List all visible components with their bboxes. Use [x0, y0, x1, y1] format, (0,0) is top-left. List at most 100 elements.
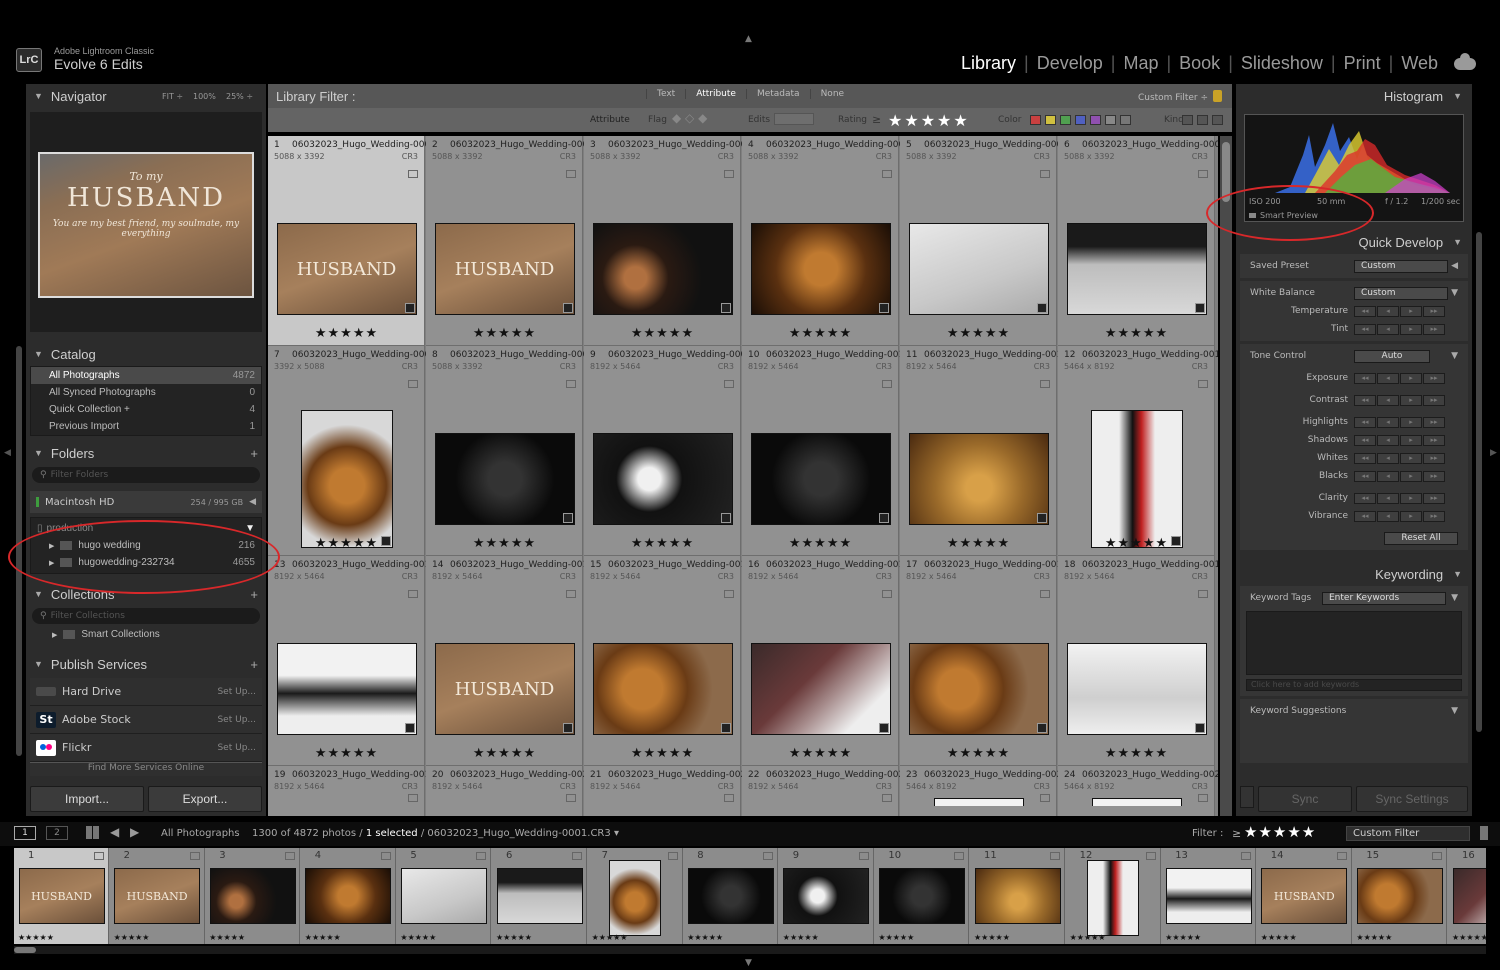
quick-collection-toggle-icon[interactable]	[408, 794, 418, 802]
cell-rating-stars[interactable]: ★★★★★	[426, 746, 583, 761]
module-book[interactable]: Book	[1173, 53, 1226, 74]
flag-filter-icons[interactable]: ◆ ◇ ◆	[672, 111, 707, 125]
filmstrip-cell[interactable]: 16 ★★★★★	[1448, 848, 1486, 944]
whites-steppers[interactable]: ◂◂ ◂ ▸ ▸▸	[1354, 452, 1445, 464]
rating-operator[interactable]: ≥	[872, 113, 881, 126]
edited-badge-icon[interactable]	[878, 513, 889, 523]
photo-thumbnail[interactable]	[434, 433, 575, 525]
filmstrip-cell[interactable]: 6 ★★★★★	[492, 848, 587, 944]
edited-badge-icon[interactable]	[404, 303, 415, 313]
quick-collection-toggle-icon[interactable]	[1040, 590, 1050, 598]
quick-collection-toggle-icon[interactable]	[476, 852, 487, 860]
grid-cell[interactable]: 7 06032023_Hugo_Wedding-0007 3392 x 5088 CR…	[268, 346, 436, 556]
quick-collection-toggle-icon[interactable]	[763, 852, 774, 860]
lock-icon[interactable]	[1213, 90, 1222, 102]
filmstrip-cell[interactable]: 11 ★★★★★	[970, 848, 1065, 944]
edits-filter-icons[interactable]	[774, 113, 814, 125]
filter-tab-none[interactable]: None	[809, 89, 854, 99]
white-balance-select[interactable]: Custom	[1354, 286, 1448, 300]
navigator-preview-image[interactable]: To my HUSBAND You are my best friend, my…	[38, 152, 254, 298]
filmstrip-cell[interactable]: 4 ★★★★★	[300, 848, 396, 944]
quick-collection-toggle-icon[interactable]	[566, 590, 576, 598]
photo-thumbnail[interactable]	[592, 223, 733, 315]
filmstrip-cell[interactable]: 10 ★★★★★	[874, 848, 970, 944]
photo-thumbnail[interactable]	[1066, 643, 1207, 735]
edited-badge-icon[interactable]	[404, 723, 415, 733]
photo-thumbnail[interactable]	[592, 433, 733, 525]
quick-collection-toggle-icon[interactable]	[954, 852, 965, 860]
quick-collection-toggle-icon[interactable]	[572, 852, 582, 860]
quick-collection-toggle-icon[interactable]	[1040, 380, 1050, 388]
color-filter-red[interactable]	[1030, 115, 1041, 125]
filter-lock-icon[interactable]	[1480, 826, 1488, 840]
cell-rating-stars[interactable]: ★★★★★	[900, 746, 1057, 761]
quick-collection-toggle-icon[interactable]	[882, 170, 892, 178]
filmstrip-scroll-thumb[interactable]	[14, 947, 36, 953]
color-filter-other[interactable]	[1105, 115, 1116, 125]
photo-thumbnail[interactable]	[1090, 410, 1183, 548]
source-dropdown-icon[interactable]: ▾	[614, 828, 619, 839]
edited-badge-icon[interactable]	[720, 513, 731, 523]
module-print[interactable]: Print	[1338, 53, 1387, 74]
edited-badge-icon[interactable]	[878, 723, 889, 733]
kind-virtual-icon[interactable]	[1197, 115, 1208, 125]
quick-collection-toggle-icon[interactable]	[667, 852, 678, 860]
filmstrip-thumbnail[interactable]	[878, 868, 965, 924]
color-filter-yellow[interactable]	[1045, 115, 1056, 125]
color-filter-blue[interactable]	[1075, 115, 1086, 125]
filmstrip-thumbnail[interactable]	[209, 868, 296, 924]
filmstrip-filter-select[interactable]: Custom Filter	[1346, 826, 1470, 841]
temperature-steppers[interactable]: ◂◂ ◂ ▸ ▸▸	[1354, 305, 1445, 317]
filmstrip-cell[interactable]: 13 ★★★★★	[1161, 848, 1257, 944]
keyword-suggestions-expand-icon[interactable]: ▼	[1451, 706, 1458, 716]
filmstrip-cell[interactable]: 3 ★★★★★	[205, 848, 301, 944]
filmstrip-thumbnail[interactable]	[496, 868, 583, 924]
publish-hard-drive[interactable]: Hard Drive Set Up...	[30, 678, 262, 706]
filmstrip-cell[interactable]: 8 ★★★★★	[683, 848, 779, 944]
photo-thumbnail[interactable]	[1091, 798, 1182, 806]
back-arrow-icon[interactable]: ◀	[110, 825, 119, 839]
filmstrip-cell[interactable]: 14 HUSBAND ★★★★★	[1256, 848, 1352, 944]
quick-collection-toggle-icon[interactable]	[1040, 170, 1050, 178]
grid-cell[interactable]: 19 06032023_Hugo_Wedding-0019 8192 x 5464 C…	[268, 766, 436, 816]
panel-toggle-bottom-icon[interactable]: ▼	[745, 958, 752, 968]
grid-cell[interactable]: 23 06032023_Hugo_Wedding-0023 5464 x 8192 C…	[900, 766, 1068, 816]
filter-tab-attribute[interactable]: Attribute	[685, 89, 746, 99]
sync-button[interactable]: Sync	[1258, 786, 1352, 812]
source-label[interactable]: All Photographs	[161, 828, 240, 839]
color-filter-green[interactable]	[1060, 115, 1071, 125]
edited-badge-icon[interactable]	[562, 723, 573, 733]
cloud-icon[interactable]	[1454, 52, 1476, 70]
cell-rating-stars[interactable]: ★★★★★	[268, 326, 425, 341]
module-map[interactable]: Map	[1117, 53, 1164, 74]
grid-cell[interactable]: 6 06032023_Hugo_Wedding-0006 5088 x 3392 CR…	[1058, 136, 1218, 346]
quick-collection-toggle-icon[interactable]	[1198, 380, 1208, 388]
module-develop[interactable]: Develop	[1031, 53, 1109, 74]
quick-collection-toggle-icon[interactable]	[1198, 794, 1208, 802]
edited-badge-icon[interactable]	[1036, 303, 1047, 313]
folder-search-input[interactable]: ⚲ Filter Folders	[32, 467, 260, 483]
cell-rating-stars[interactable]: ★★★★★	[900, 326, 1057, 341]
catalog-item[interactable]: Quick Collection + 4	[31, 401, 261, 418]
publish-flickr[interactable]: Flickr Set Up...	[30, 734, 262, 762]
edited-badge-icon[interactable]	[1036, 723, 1047, 733]
reset-all-button[interactable]: Reset All	[1384, 531, 1458, 545]
edited-badge-icon[interactable]	[1194, 723, 1205, 733]
collection-search-input[interactable]: ⚲ Filter Collections	[32, 608, 260, 624]
module-web[interactable]: Web	[1395, 53, 1444, 74]
highlights-steppers[interactable]: ◂◂ ◂ ▸ ▸▸	[1354, 416, 1445, 428]
catalog-item[interactable]: Previous Import 1	[31, 418, 261, 435]
quick-collection-toggle-icon[interactable]	[566, 794, 576, 802]
filter-operator[interactable]: ≥	[1232, 827, 1241, 840]
import-button[interactable]: Import...	[30, 786, 144, 812]
nav-100-option[interactable]: 100%	[193, 92, 216, 101]
filmstrip-cell[interactable]: 9 ★★★★★	[778, 848, 874, 944]
filmstrip-thumbnail[interactable]	[1087, 860, 1140, 936]
photo-thumbnail[interactable]: HUSBAND	[276, 223, 417, 315]
quick-collection-toggle-icon[interactable]	[1198, 170, 1208, 178]
grid-cell[interactable]: 18 06032023_Hugo_Wedding-0018 8192 x 5464 C…	[1058, 556, 1218, 766]
grid-cell[interactable]: 14 06032023_Hugo_Wedding-0014 8192 x 5464 C…	[426, 556, 594, 766]
quick-collection-toggle-icon[interactable]	[724, 590, 734, 598]
photo-grid[interactable]: 1 06032023_Hugo_Wedding-0001 5088 x 3392 CR…	[268, 136, 1218, 816]
edited-badge-icon[interactable]	[720, 303, 731, 313]
